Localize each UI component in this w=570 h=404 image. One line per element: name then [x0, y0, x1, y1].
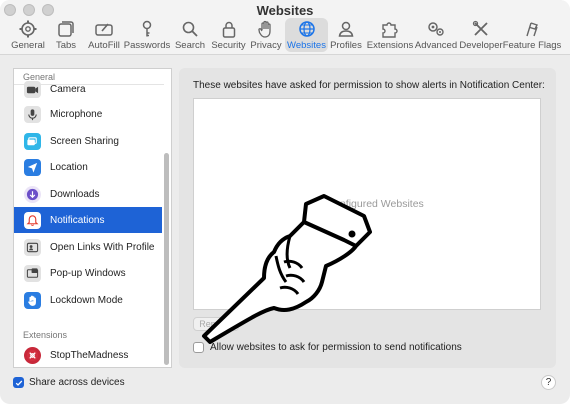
sidebar-item-stopthemadness[interactable]: StopTheMadness: [14, 342, 162, 367]
tab-search-label: Search: [174, 40, 206, 51]
help-button[interactable]: ?: [541, 375, 556, 390]
sidebar-item-label: StopTheMadness: [50, 349, 129, 361]
sidebar-item-microphone[interactable]: Microphone: [14, 101, 162, 127]
popup-icon: [24, 264, 41, 282]
tab-autofill-label: AutoFill: [88, 40, 120, 51]
tab-feature-flags[interactable]: Feature Flags: [502, 19, 562, 53]
tab-general[interactable]: General: [11, 19, 45, 53]
tab-security[interactable]: Security: [211, 19, 246, 53]
location-icon: [24, 158, 41, 176]
sidebar-item-label: Downloads: [50, 188, 100, 200]
lock-icon: [222, 21, 235, 38]
tab-extensions-label: Extensions: [366, 40, 414, 51]
tab-general-label: General: [11, 40, 45, 51]
notifications-icon: [24, 211, 41, 229]
tab-developer-label: Developer: [459, 40, 503, 51]
puzzle-icon: [382, 22, 398, 38]
camera-icon: [24, 80, 41, 98]
safari-settings-window: Websites General Tabs AutoFill Passwords…: [0, 0, 570, 404]
sidebar-item-notifications[interactable]: Notifications: [14, 207, 162, 233]
tab-autofill[interactable]: AutoFill: [88, 19, 120, 53]
tab-profiles[interactable]: Profiles: [330, 19, 362, 53]
sidebar-item-label: Open Links With Profile: [50, 241, 155, 253]
sidebar-section-extensions: Extensions: [23, 330, 68, 340]
hand-icon: [258, 20, 271, 38]
profile-card-icon: [24, 238, 41, 256]
tab-tabs[interactable]: Tabs: [55, 19, 77, 53]
sidebar-item-label: Screen Sharing: [50, 135, 119, 147]
sidebar-item-camera[interactable]: Camera: [14, 76, 162, 102]
screen-sharing-icon: [24, 132, 41, 150]
sidebar-scrollbar[interactable]: [164, 153, 169, 365]
sidebar-item-screen-sharing[interactable]: Screen Sharing: [14, 128, 162, 154]
tab-search[interactable]: Search: [174, 19, 206, 53]
tab-feature-flags-label: Feature Flags: [502, 40, 562, 51]
sidebar-item-label: Pop-up Windows: [50, 267, 126, 279]
stopthemadness-icon: [24, 346, 41, 364]
tab-websites-label: Websites: [287, 40, 326, 51]
share-across-devices-row[interactable]: Share across devices: [13, 377, 125, 388]
sidebar-item-label: Microphone: [50, 108, 103, 120]
tab-privacy[interactable]: Privacy: [250, 19, 282, 53]
tab-security-label: Security: [211, 40, 246, 51]
toolbar: Websites General Tabs AutoFill Passwords…: [0, 0, 570, 55]
sidebar-item-open-links-with-profile[interactable]: Open Links With Profile: [14, 234, 162, 260]
tab-advanced-label: Advanced: [414, 40, 458, 51]
tab-developer[interactable]: Developer: [459, 19, 503, 53]
share-across-devices-label: Share across devices: [29, 377, 125, 388]
flags-icon: [526, 22, 538, 37]
autofill-icon: [95, 23, 113, 36]
person-icon: [338, 21, 354, 37]
window-title: Websites: [256, 3, 314, 18]
downloads-icon: [24, 185, 41, 203]
pointing-hand-cursor-icon: [202, 194, 372, 344]
sidebar-item-downloads[interactable]: Downloads: [14, 181, 162, 207]
sidebar-item-label: Camera: [50, 83, 86, 95]
tab-profiles-label: Profiles: [330, 40, 362, 51]
tab-privacy-label: Privacy: [250, 40, 282, 51]
tools-icon: [472, 20, 488, 36]
sidebar-item-label: Lockdown Mode: [50, 294, 123, 306]
tab-tabs-label: Tabs: [55, 40, 77, 51]
panel-description: These websites have asked for permission…: [193, 80, 545, 91]
sidebar-item-popup-windows[interactable]: Pop-up Windows: [14, 260, 162, 286]
sidebar-item-location[interactable]: Location: [14, 154, 162, 180]
search-icon: [182, 21, 198, 37]
gears-icon: [428, 22, 444, 36]
tab-passwords-label: Passwords: [123, 40, 171, 51]
sidebar-item-label: Notifications: [50, 214, 105, 226]
sidebar-item-label: Location: [50, 161, 88, 173]
tab-extensions[interactable]: Extensions: [366, 19, 414, 53]
share-across-devices-checkbox[interactable]: [13, 377, 24, 388]
tabs-icon: [58, 21, 74, 37]
lockdown-hand-icon: [24, 291, 41, 309]
tab-passwords[interactable]: Passwords: [123, 19, 171, 53]
gear-icon: [19, 20, 37, 38]
websites-sidebar: General Camera Microphone Screen Sharing…: [13, 68, 172, 368]
key-icon: [142, 20, 152, 37]
tab-websites[interactable]: Websites: [287, 19, 326, 53]
globe-icon: [298, 21, 315, 37]
tab-advanced[interactable]: Advanced: [414, 19, 458, 53]
microphone-icon: [24, 105, 41, 123]
sidebar-item-lockdown-mode[interactable]: Lockdown Mode: [14, 287, 162, 313]
